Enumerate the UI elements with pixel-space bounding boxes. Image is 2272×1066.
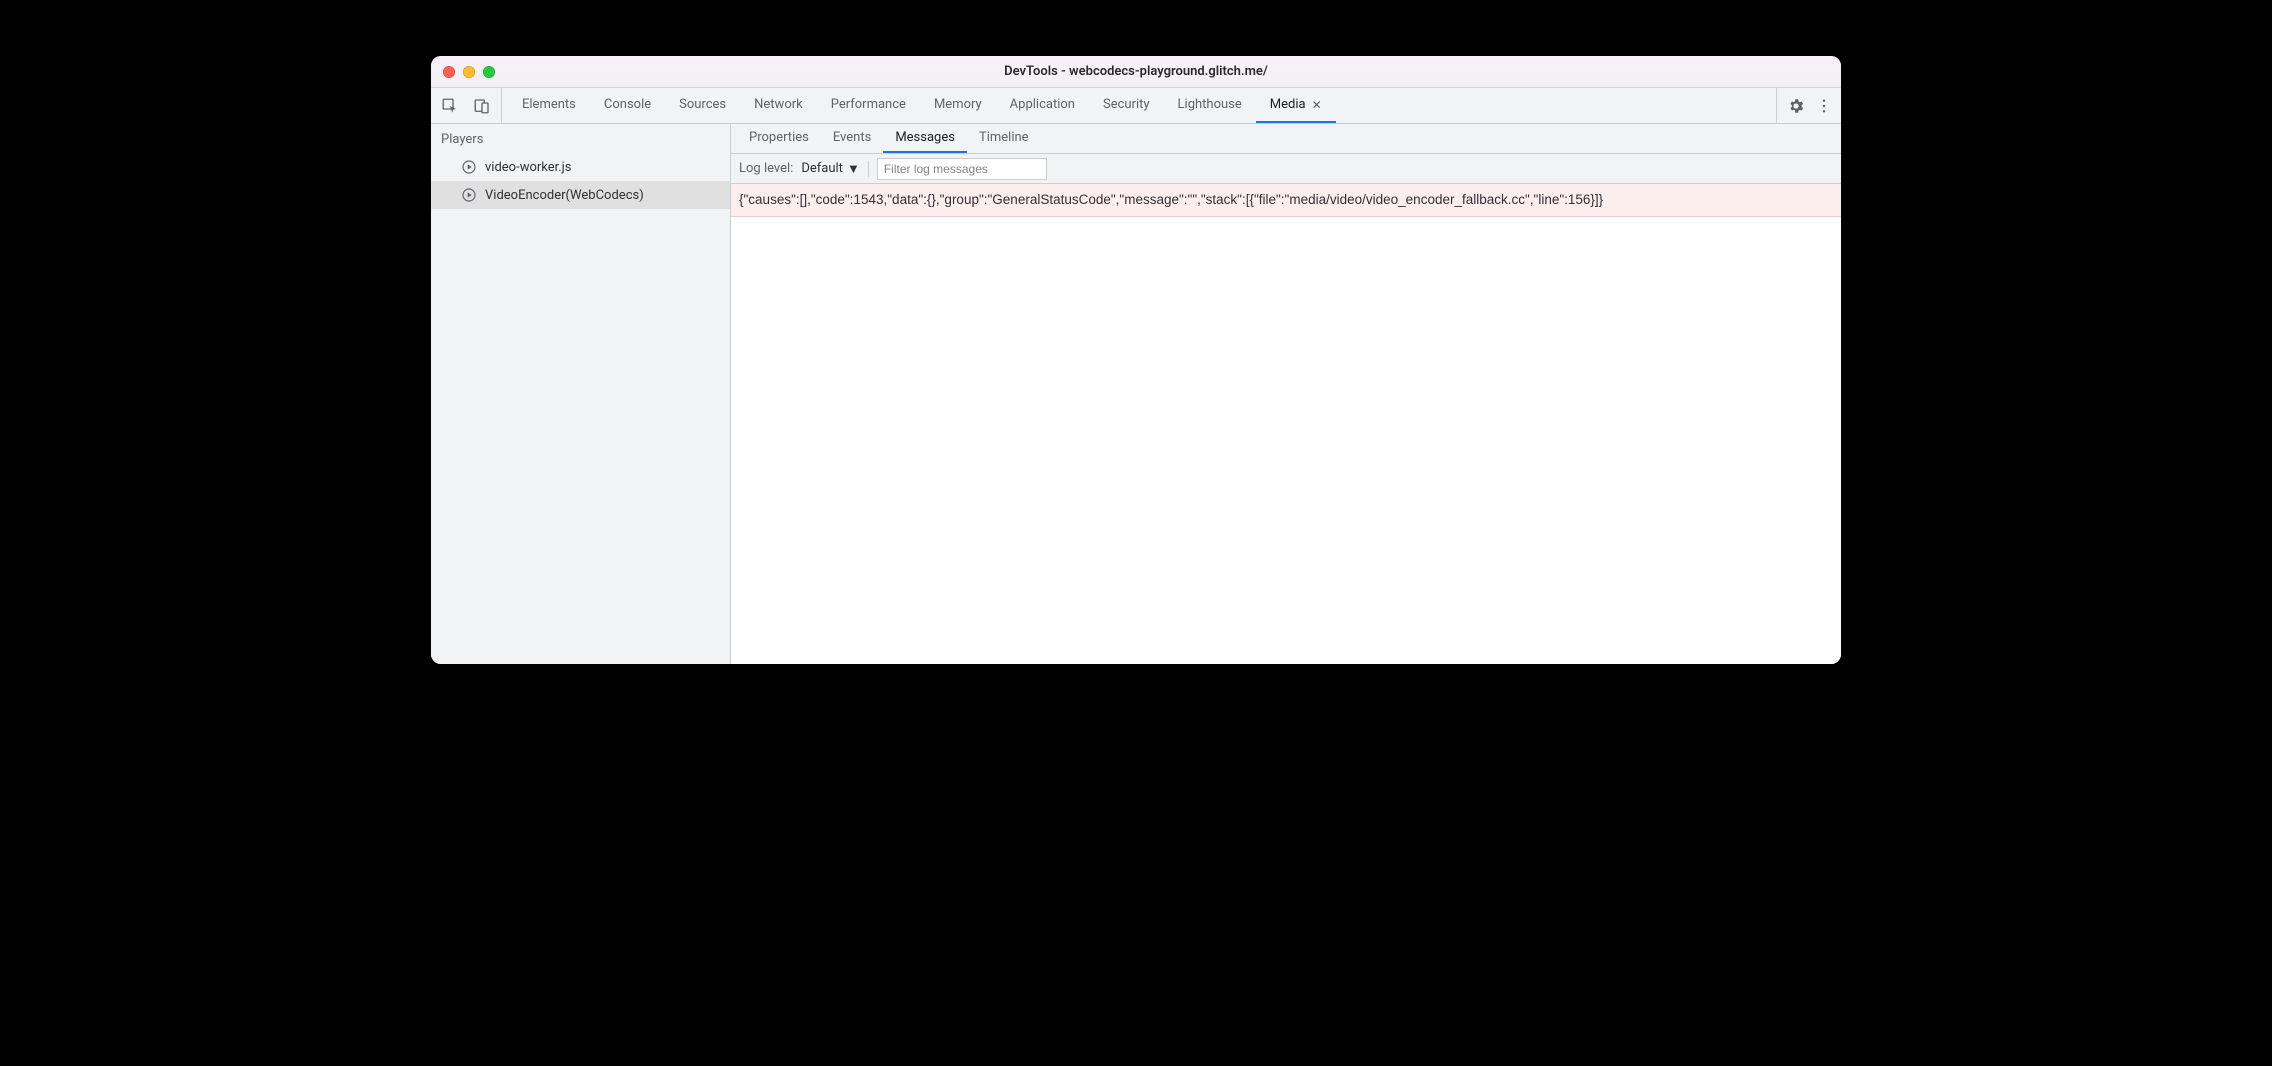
log-level-label: Log level:	[739, 161, 793, 176]
panel-tab-sources[interactable]: Sources	[665, 88, 740, 123]
close-icon[interactable]: ✕	[1312, 98, 1322, 112]
panel-tab-lighthouse[interactable]: Lighthouse	[1164, 88, 1256, 123]
subtab-messages[interactable]: Messages	[883, 124, 967, 153]
player-item-label: video-worker.js	[485, 160, 572, 175]
messages-filterbar: Log level: Default ▼	[731, 154, 1841, 184]
traffic-lights	[443, 66, 495, 78]
window-minimize-button[interactable]	[463, 66, 475, 78]
panel-tab-media[interactable]: Media ✕	[1256, 88, 1336, 123]
media-subtabs: PropertiesEventsMessagesTimeline	[731, 124, 1841, 154]
panel-tab-label: Performance	[831, 97, 906, 112]
device-toggle-icon[interactable]	[471, 95, 493, 117]
panel-tab-application[interactable]: Application	[996, 88, 1089, 123]
sidebar-heading: Players	[431, 124, 730, 153]
subtab-properties[interactable]: Properties	[737, 124, 821, 153]
devtools-body: Players video-worker.js VideoEncoder(WebC…	[431, 124, 1841, 664]
kebab-menu-icon[interactable]	[1813, 95, 1835, 117]
log-level-value: Default	[801, 161, 843, 176]
panel-tab-console[interactable]: Console	[590, 88, 665, 123]
panel-tab-label: Lighthouse	[1178, 97, 1242, 112]
panel-tab-label: Console	[604, 97, 651, 112]
media-sidebar: Players video-worker.js VideoEncoder(WebC…	[431, 124, 731, 664]
toolbar-right	[1776, 88, 1835, 123]
panel-tab-label: Sources	[679, 97, 726, 112]
panel-tabs: Elements Console Sources Network Performance…	[508, 88, 1776, 123]
message-row[interactable]: {"causes":[],"code":1543,"data":{},"grou…	[731, 184, 1841, 217]
panel-tab-memory[interactable]: Memory	[920, 88, 996, 123]
panel-tab-performance[interactable]: Performance	[817, 88, 920, 123]
messages-filter-input[interactable]	[877, 158, 1047, 180]
panel-tab-label: Application	[1010, 97, 1075, 112]
window-zoom-button[interactable]	[483, 66, 495, 78]
panel-tab-network[interactable]: Network	[740, 88, 817, 123]
panel-tab-label: Memory	[934, 97, 982, 112]
toolbar-left	[439, 88, 502, 123]
titlebar: DevTools - webcodecs-playground.glitch.m…	[431, 56, 1841, 88]
messages-list: {"causes":[],"code":1543,"data":{},"grou…	[731, 184, 1841, 664]
player-item-label: VideoEncoder(WebCodecs)	[485, 188, 644, 203]
panel-tab-label: Network	[754, 97, 803, 112]
panel-tab-label: Elements	[522, 97, 576, 112]
window-close-button[interactable]	[443, 66, 455, 78]
inspect-element-icon[interactable]	[439, 95, 461, 117]
panel-tab-security[interactable]: Security	[1089, 88, 1164, 123]
subtab-events[interactable]: Events	[821, 124, 883, 153]
settings-icon[interactable]	[1785, 95, 1807, 117]
panel-tab-label: Media	[1270, 97, 1306, 112]
play-icon	[461, 187, 477, 203]
player-item[interactable]: VideoEncoder(WebCodecs)	[431, 181, 730, 209]
window-title: DevTools - webcodecs-playground.glitch.m…	[431, 64, 1841, 79]
chevron-down-icon: ▼	[847, 161, 860, 177]
player-list: video-worker.js VideoEncoder(WebCodecs)	[431, 153, 730, 209]
player-item[interactable]: video-worker.js	[431, 153, 730, 181]
panel-tabbar: Elements Console Sources Network Performance…	[431, 88, 1841, 124]
media-main: PropertiesEventsMessagesTimeline Log lev…	[731, 124, 1841, 664]
log-level-select[interactable]: Default ▼	[801, 161, 868, 177]
subtab-timeline[interactable]: Timeline	[967, 124, 1041, 153]
play-icon	[461, 159, 477, 175]
panel-tab-label: Security	[1103, 97, 1150, 112]
panel-tab-elements[interactable]: Elements	[508, 88, 590, 123]
devtools-window: DevTools - webcodecs-playground.glitch.m…	[431, 56, 1841, 664]
